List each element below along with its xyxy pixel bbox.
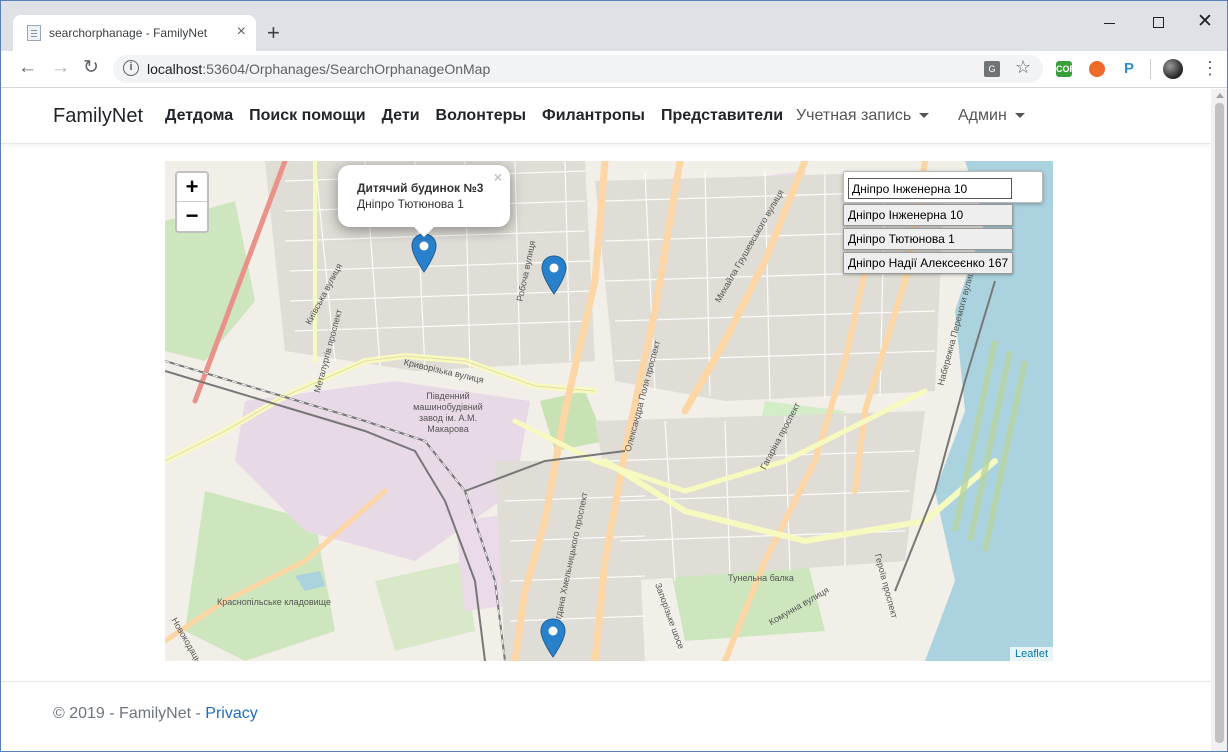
brand-logo[interactable]: FamilyNet — [53, 105, 143, 128]
popup-title: Дитячий будинок №3 — [357, 181, 484, 195]
nav-link-children[interactable]: Дети — [382, 107, 420, 125]
map-search-control — [843, 171, 1043, 203]
toolbar-divider — [1150, 59, 1151, 79]
p-extension-icon[interactable]: P — [1121, 61, 1137, 77]
cors-extension-icon[interactable]: CORS — [1056, 61, 1082, 77]
tab-strip: searchorphanage - FamilyNet × + ✕ — [1, 1, 1227, 51]
site-navbar: FamilyNet Детдома Поиск помощи Дети Воло… — [1, 89, 1211, 144]
map-marker-icon[interactable] — [541, 255, 567, 295]
zoom-out-button[interactable]: − — [177, 202, 207, 231]
browser-menu-icon[interactable]: ⋮ — [1201, 59, 1219, 77]
orange-extension-icon[interactable] — [1089, 61, 1105, 77]
url-host: localhost — [147, 61, 203, 77]
account-dropdown[interactable]: Учетная запись — [796, 107, 930, 125]
privacy-link[interactable]: Privacy — [205, 705, 257, 722]
marker-popup: × Дитячий будинок №3 Дніпро Тютюнова 1 — [338, 165, 510, 237]
new-tab-button[interactable]: + — [267, 21, 280, 45]
profile-avatar[interactable] — [1163, 59, 1183, 79]
popup-address: Дніпро Тютюнова 1 — [357, 197, 464, 211]
bookmark-star-icon[interactable]: ☆ — [1015, 57, 1031, 78]
page-scrollbar[interactable] — [1211, 89, 1227, 751]
footer-copyright: © 2019 - FamilyNet - — [53, 705, 206, 722]
address-bar[interactable]: i localhost:53604/Orphanages/SearchOrpha… — [113, 55, 1043, 83]
account-dropdown-label: Учетная запись — [796, 107, 912, 124]
map-search-input[interactable] — [848, 178, 1012, 199]
orphanage-map[interactable]: Київська вулиця Металургів проспект Робо… — [165, 161, 1053, 661]
nav-link-representatives[interactable]: Представители — [661, 107, 783, 125]
url-path: :53604/Orphanages/SearchOrphanageOnMap — [202, 61, 491, 77]
map-label: Краснопільське кладовище — [217, 597, 331, 607]
tab-close-icon[interactable]: × — [237, 23, 246, 41]
browser-toolbar: ← → ↻ i localhost:53604/Orphanages/Searc… — [1, 51, 1227, 88]
url-text[interactable]: localhost:53604/Orphanages/SearchOrphana… — [147, 61, 490, 77]
zoom-in-button[interactable]: + — [177, 173, 207, 202]
window-close-icon[interactable]: ✕ — [1197, 11, 1213, 33]
nav-link-philanthropists[interactable]: Филантропы — [542, 107, 645, 125]
back-arrow-icon[interactable]: ← — [18, 57, 37, 79]
reload-icon[interactable]: ↻ — [83, 57, 99, 79]
search-suggestion[interactable]: Дніпро Тютюнова 1 — [843, 228, 1013, 250]
admin-dropdown[interactable]: Админ — [958, 107, 1025, 125]
admin-dropdown-label: Админ — [958, 107, 1007, 124]
site-info-icon[interactable]: i — [123, 60, 139, 76]
page-favicon-icon — [27, 25, 41, 41]
map-label: Південний машинобудівний завод ім. А.М. … — [413, 391, 483, 434]
nav-link-search-help[interactable]: Поиск помощи — [249, 107, 365, 125]
page-footer: © 2019 - FamilyNet - Privacy — [1, 681, 1211, 751]
search-suggestion[interactable]: Дніпро Надії Алексеєнко 167 — [843, 252, 1013, 274]
search-suggestion[interactable]: Дніпро Інженерна 10 — [843, 204, 1013, 226]
chevron-down-icon — [919, 113, 930, 119]
map-label: Тунельна балка — [728, 573, 794, 583]
popup-close-icon[interactable]: × — [494, 169, 502, 185]
tab-title: searchorphanage - FamilyNet — [49, 26, 208, 40]
browser-tab[interactable]: searchorphanage - FamilyNet × — [13, 15, 256, 51]
maximize-icon[interactable] — [1153, 17, 1164, 28]
nav-link-orphanages[interactable]: Детдома — [165, 107, 233, 125]
map-marker-icon[interactable] — [540, 618, 566, 658]
minimize-icon[interactable] — [1104, 23, 1115, 24]
chevron-down-icon — [1014, 113, 1025, 119]
scroll-up-icon[interactable] — [1216, 93, 1224, 98]
leaflet-attribution-link[interactable]: Leaflet — [1009, 647, 1053, 661]
footer-text: © 2019 - FamilyNet - Privacy — [53, 705, 258, 723]
forward-arrow-icon[interactable]: → — [51, 57, 70, 79]
page-viewport: FamilyNet Детдома Поиск помощи Дети Воло… — [1, 89, 1211, 751]
map-marker-icon[interactable] — [411, 233, 437, 273]
translate-icon[interactable]: G — [984, 61, 1000, 77]
scrollbar-thumb[interactable] — [1215, 103, 1224, 743]
nav-links: Детдома Поиск помощи Дети Волонтеры Фила… — [165, 107, 783, 125]
nav-link-volunteers[interactable]: Волонтеры — [436, 107, 527, 125]
browser-window: searchorphanage - FamilyNet × + ✕ ← → ↻ … — [0, 0, 1228, 752]
zoom-control: + − — [175, 171, 209, 233]
